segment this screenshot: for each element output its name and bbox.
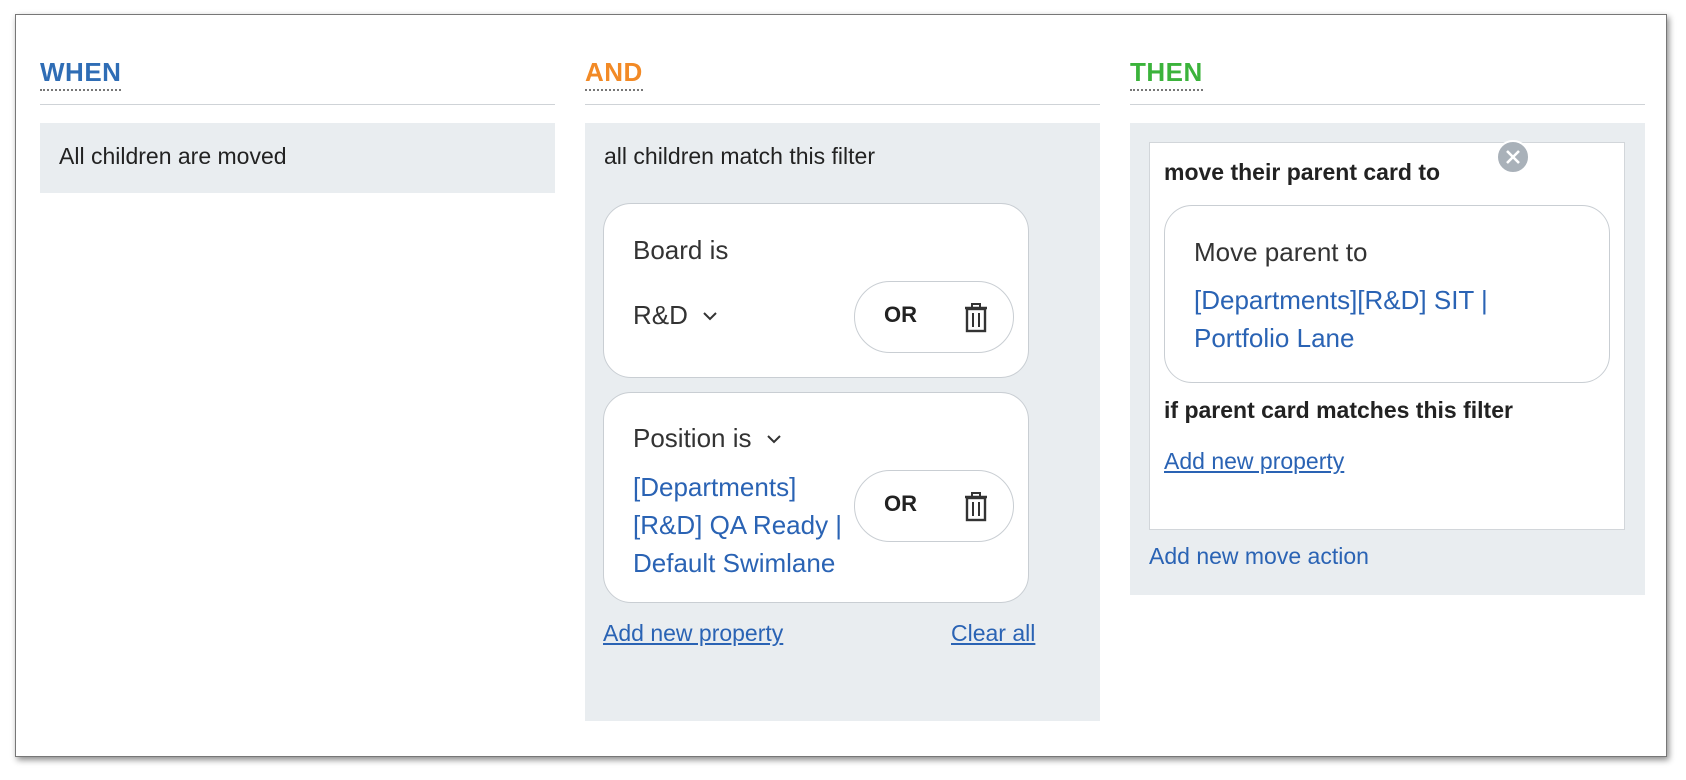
condition-board-actions: OR <box>854 281 1014 353</box>
board-select[interactable]: R&D <box>633 300 718 331</box>
position-operator-select[interactable]: Position is <box>633 423 782 454</box>
and-filter-panel: all children match this filter Board is … <box>585 123 1100 721</box>
condition-board: Board is R&D OR <box>603 203 1029 378</box>
move-action-box: move their parent card to Move parent to… <box>1149 142 1625 530</box>
add-parent-property-link[interactable]: Add new property <box>1164 448 1344 475</box>
position-value-line: [Departments] <box>633 472 797 502</box>
condition-board-label: Board is <box>633 235 729 265</box>
position-value-link[interactable]: [Departments] [R&D] QA Ready | Default S… <box>633 468 842 582</box>
move-target-line: Portfolio Lane <box>1194 323 1355 353</box>
then-action-panel: move their parent card to Move parent to… <box>1130 123 1645 595</box>
when-trigger-panel[interactable]: All children are moved <box>40 123 555 193</box>
condition-position-label: Position is <box>633 423 752 453</box>
add-move-action-link[interactable]: Add new move action <box>1149 543 1369 570</box>
or-button[interactable]: OR <box>884 491 917 517</box>
then-title: THEN <box>1130 57 1203 91</box>
condition-position: Position is [Departments] [R&D] QA Ready… <box>603 392 1029 603</box>
and-divider <box>585 104 1100 105</box>
chevron-down-icon <box>766 434 781 443</box>
trash-icon[interactable] <box>963 303 989 333</box>
action-label: move their parent card to <box>1164 159 1441 185</box>
and-title: AND <box>585 57 643 91</box>
parent-filter-label: if parent card matches this filter <box>1164 397 1513 423</box>
when-title: WHEN <box>40 57 122 91</box>
position-value-line: Default Swimlane <box>633 548 836 578</box>
move-parent-card: Move parent to [Departments][R&D] SIT | … <box>1164 205 1610 383</box>
clear-all-link[interactable]: Clear all <box>951 620 1035 647</box>
position-value-line: [R&D] QA Ready | <box>633 510 843 540</box>
close-icon <box>1506 150 1520 164</box>
then-divider <box>1130 104 1645 105</box>
or-button[interactable]: OR <box>884 302 917 328</box>
chevron-down-icon <box>703 311 717 320</box>
move-target-line: [Departments][R&D] SIT | <box>1194 285 1488 315</box>
move-target-link[interactable]: [Departments][R&D] SIT | Portfolio Lane <box>1194 281 1488 357</box>
when-trigger-text: All children are moved <box>59 143 287 169</box>
move-parent-label: Move parent to <box>1194 237 1368 267</box>
rule-editor: WHEN All children are moved AND all chil… <box>15 14 1667 757</box>
remove-action-button[interactable] <box>1496 140 1530 174</box>
trash-icon[interactable] <box>963 492 989 522</box>
when-divider <box>40 104 555 105</box>
condition-position-actions: OR <box>854 470 1014 542</box>
and-filter-label: all children match this filter <box>604 143 875 169</box>
board-select-value: R&D <box>633 300 688 330</box>
add-property-link[interactable]: Add new property <box>603 620 783 647</box>
